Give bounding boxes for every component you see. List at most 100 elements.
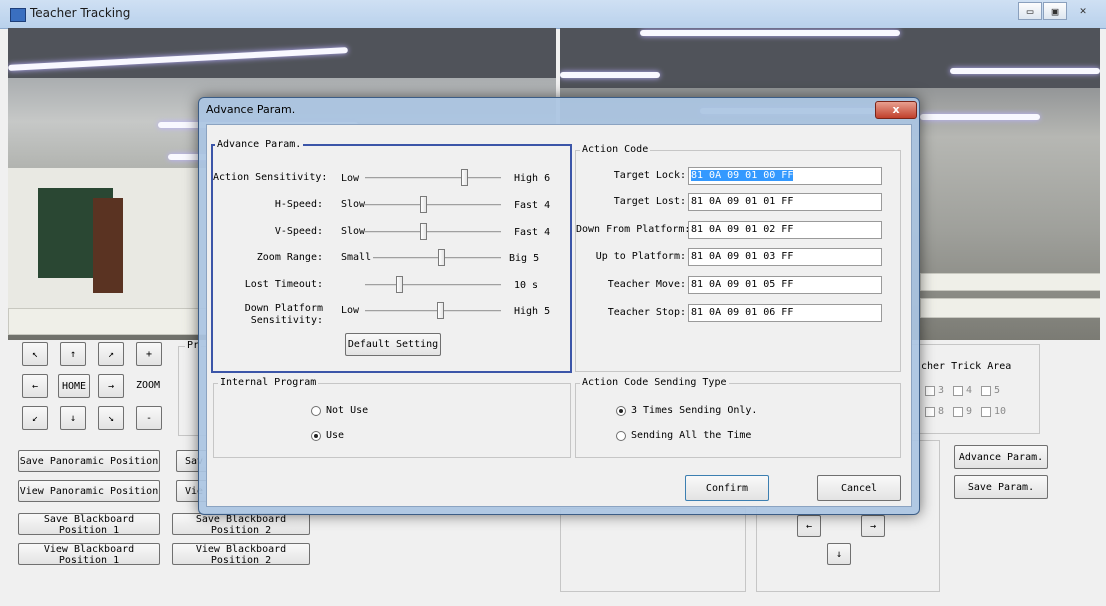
arrow-down-right-button[interactable]: ↘ (98, 406, 124, 430)
not-use-radio[interactable] (311, 406, 321, 416)
three-times-radio[interactable] (616, 406, 626, 416)
arrow-up-right-button[interactable]: ↗ (98, 342, 124, 366)
action-code-group-label: Action Code (580, 144, 651, 155)
slider-track (365, 204, 501, 206)
zoom-label: ZOOM (136, 380, 161, 391)
arrow-down-button[interactable]: ↓ (60, 406, 86, 430)
slider-label: Down Platform Sensitivity: (244, 303, 323, 326)
slider-high-label: Fast 4 (514, 200, 551, 211)
slider-low-label: Slow (341, 226, 366, 237)
action-code-group: Action Code Target Lock: 81 0A 09 01 00 … (575, 144, 901, 372)
pan-down-button[interactable]: ↓ (827, 543, 851, 565)
view-panoramic-button[interactable]: View Panoramic Position (18, 480, 160, 502)
view-blackboard-1-button[interactable]: View Blackboard Position 1 (18, 543, 160, 566)
trick-area-checkbox-10[interactable] (981, 407, 991, 417)
view-blackboard-2-button[interactable]: View Blackboard Position 2 (172, 543, 310, 566)
slider-high-label: Big 5 (509, 253, 540, 264)
three-times-label: 3 Times Sending Only. (631, 405, 758, 416)
action-code-label: Target Lost: (613, 196, 686, 207)
bottom-middle-group (560, 508, 746, 592)
target-lock-input[interactable]: 81 0A 09 01 00 FF (688, 167, 882, 185)
slider-thumb[interactable] (420, 223, 428, 240)
slider-label: V-Speed: (274, 226, 323, 237)
slider-label: Lost Timeout: (244, 279, 323, 290)
arrow-up-left-button[interactable]: ↖ (22, 342, 48, 366)
slider-low-label: Low (341, 305, 360, 316)
trick-area-group: cher Trick Area 3 4 5 8 9 10 (904, 344, 1040, 434)
home-button[interactable]: HOME (58, 374, 90, 398)
trick-area-label-4: 4 (966, 385, 973, 396)
cancel-button[interactable]: Cancel (817, 475, 901, 501)
save-blackboard-2-button[interactable]: Save Blackboard Position 2 (172, 513, 310, 536)
dialog-client-area: Advance Param. Action Sensitivity: Low H… (206, 124, 912, 507)
trick-area-label-3: 3 (938, 385, 945, 396)
slider-high-label: Fast 4 (514, 227, 551, 238)
trick-area-label-9: 9 (966, 406, 973, 417)
slider-thumb[interactable] (436, 302, 444, 319)
window-title: Teacher Tracking (30, 6, 131, 20)
down-from-platform-input[interactable]: 81 0A 09 01 02 FF (688, 221, 882, 239)
sending-type-group-label: Action Code Sending Type (580, 377, 729, 388)
app-icon (10, 8, 26, 22)
slider-thumb[interactable] (437, 249, 445, 266)
trick-area-label-10: 10 (994, 406, 1007, 417)
trick-area-checkbox-5[interactable] (981, 386, 991, 396)
slider-track (365, 284, 501, 286)
pan-left-button[interactable]: ← (797, 515, 821, 537)
slider-track (365, 177, 501, 179)
trick-area-label-8: 8 (938, 406, 945, 417)
trick-area-checkbox-4[interactable] (953, 386, 963, 396)
dialog-close-button[interactable]: x (875, 101, 917, 119)
slider-thumb[interactable] (420, 196, 428, 213)
confirm-button[interactable]: Confirm (685, 475, 769, 501)
all-the-time-radio[interactable] (616, 431, 626, 441)
slider-high-label: High 6 (514, 173, 551, 184)
maximize-icon[interactable]: ▣ (1043, 2, 1067, 20)
slider-low-label: Low (341, 173, 360, 184)
dialog-title: Advance Param. (206, 103, 296, 116)
advance-param-group-label: Advance Param. (215, 139, 304, 150)
default-setting-button[interactable]: Default Setting (345, 333, 441, 356)
save-param-button[interactable]: Save Param. (954, 475, 1048, 499)
slider-thumb[interactable] (396, 276, 403, 293)
action-code-label: Down From Platform: (576, 224, 691, 235)
target-lock-value: 81 0A 09 01 00 FF (691, 170, 794, 181)
trick-area-label-5: 5 (994, 385, 1001, 396)
teacher-stop-input[interactable]: 81 0A 09 01 06 FF (688, 304, 882, 322)
target-lost-input[interactable]: 81 0A 09 01 01 FF (688, 193, 882, 211)
close-icon[interactable]: ✕ (1068, 2, 1098, 20)
trick-area-checkbox-8[interactable] (925, 407, 935, 417)
zoom-out-button[interactable]: - (136, 406, 162, 430)
use-radio[interactable] (311, 431, 321, 441)
action-code-label: Up to Platform: (595, 251, 686, 262)
slider-high-label: High 5 (514, 306, 551, 317)
advance-param-dialog: Advance Param. x Advance Param. Action S… (198, 97, 920, 515)
use-label: Use (326, 430, 345, 441)
slider-label: Zoom Range: (256, 252, 323, 263)
slider-thumb[interactable] (461, 169, 469, 186)
save-blackboard-1-button[interactable]: Save Blackboard Position 1 (18, 513, 160, 536)
slider-label: Action Sensitivity: (213, 172, 328, 183)
slider-high-label: 10 s (514, 280, 539, 291)
up-to-platform-input[interactable]: 81 0A 09 01 03 FF (688, 248, 882, 266)
arrow-right-button[interactable]: → (98, 374, 124, 398)
trick-area-checkbox-3[interactable] (925, 386, 935, 396)
minimize-icon[interactable]: ▭ (1018, 2, 1042, 20)
not-use-label: Not Use (326, 405, 369, 416)
teacher-move-input[interactable]: 81 0A 09 01 05 FF (688, 276, 882, 294)
trick-area-checkbox-9[interactable] (953, 407, 963, 417)
trick-area-label: cher Trick Area (921, 361, 1012, 372)
action-code-label: Target Lock: (613, 170, 686, 181)
arrow-down-left-button[interactable]: ↙ (22, 406, 48, 430)
advance-param-button[interactable]: Advance Param. (954, 445, 1048, 469)
sending-type-group: Action Code Sending Type 3 Times Sending… (575, 377, 901, 458)
arrow-left-button[interactable]: ← (22, 374, 48, 398)
slider-low-label: Small (341, 252, 372, 263)
save-panoramic-button[interactable]: Save Panoramic Position (18, 450, 160, 472)
internal-program-group: Internal Program Not Use Use (213, 377, 571, 458)
zoom-in-button[interactable]: + (136, 342, 162, 366)
advance-param-group: Advance Param. Action Sensitivity: Low H… (211, 139, 572, 373)
arrow-up-button[interactable]: ↑ (60, 342, 86, 366)
title-bar: Teacher Tracking ▭ ▣ ✕ (0, 0, 1106, 29)
pan-right-button[interactable]: → (861, 515, 885, 537)
